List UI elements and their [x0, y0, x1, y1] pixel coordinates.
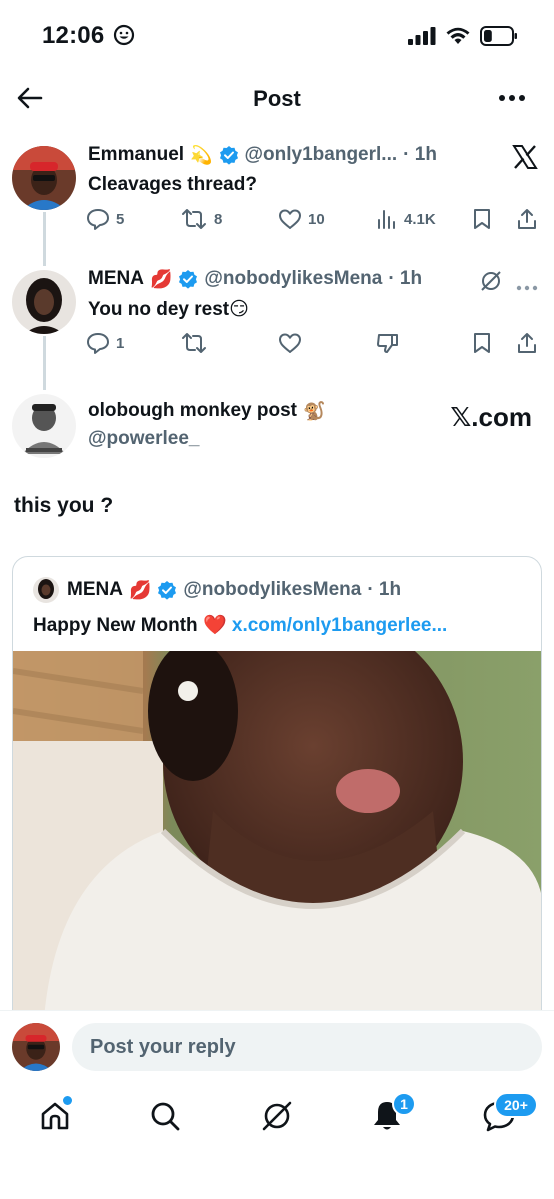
grok-x-icon[interactable]	[512, 144, 538, 175]
messages-badge: 20+	[494, 1092, 538, 1118]
quoted-link[interactable]: x.com/only1bangerlee...	[232, 615, 447, 636]
quoted-post-time: · 1h	[367, 579, 402, 600]
reply-count: 1	[116, 334, 125, 352]
notifications-badge: 1	[392, 1092, 416, 1116]
name-emoji: 💫	[190, 144, 213, 165]
current-user-avatar[interactable]	[12, 1023, 60, 1071]
smiley-face-icon	[114, 24, 135, 46]
avatar-mena[interactable]	[12, 270, 76, 334]
name-emoji: 🐒	[303, 400, 326, 421]
bookmark-icon	[474, 333, 490, 353]
repost-button[interactable]	[180, 332, 208, 354]
nav-grok[interactable]	[252, 1094, 302, 1138]
post-header: Post	[0, 72, 554, 126]
verified-badge-icon	[179, 270, 198, 289]
share-button[interactable]	[516, 208, 538, 230]
quoted-media-image[interactable]	[13, 651, 541, 1025]
post-body-text: this you ?	[14, 494, 114, 517]
share-icon	[518, 333, 536, 353]
nav-messages[interactable]: 20+	[474, 1092, 538, 1138]
repost-button[interactable]: 8	[180, 208, 222, 230]
avatar-powerlee[interactable]	[12, 394, 76, 458]
grok-icon	[262, 1101, 292, 1131]
battery-icon	[480, 26, 517, 46]
x-com-watermark: 𝕏.com	[450, 402, 532, 432]
tweet-header: Emmanuel 💫 @only1bangerl... · 1h	[88, 144, 437, 166]
wifi-icon	[446, 27, 470, 44]
page-title: Post	[253, 86, 301, 111]
thread-connector	[43, 336, 46, 390]
share-icon	[518, 209, 536, 229]
author-name[interactable]: Emmanuel	[88, 144, 184, 166]
more-options-icon[interactable]	[516, 278, 538, 296]
thread-connector	[43, 212, 46, 266]
quoted-tweet-text: Happy New Month ❤️ x.com/only1bangerlee.…	[33, 613, 447, 637]
verified-badge-icon	[219, 146, 238, 165]
quoted-text-body: Happy New Month ❤️	[33, 615, 232, 636]
author-handle[interactable]: @powerlee_	[88, 428, 199, 450]
reply-icon	[87, 209, 109, 230]
reply-button[interactable]: 5	[86, 208, 124, 230]
tweet-actions: 1	[86, 332, 542, 362]
author-name[interactable]: olobough monkey post	[88, 400, 297, 422]
tweet-header: MENA 💋 @nobodylikesMena · 1h	[88, 268, 422, 290]
share-button[interactable]	[516, 332, 538, 354]
reply-button[interactable]: 1	[86, 332, 124, 354]
grok-icon[interactable]	[480, 270, 502, 297]
verified-badge-icon	[158, 581, 177, 600]
tweet-actions: 5 8 10 4.1K	[86, 208, 542, 238]
bookmark-icon	[474, 209, 490, 229]
downvote-button[interactable]	[376, 332, 400, 354]
status-bar: 12:06	[0, 0, 554, 72]
views-chart-icon	[378, 210, 395, 229]
thumbs-down-icon	[377, 334, 398, 353]
quoted-author-handle[interactable]: @nobodylikesMena	[183, 579, 361, 601]
quoted-author-name[interactable]: MENA	[67, 579, 123, 601]
avatar-emmanuel[interactable]	[12, 146, 76, 210]
home-notification-dot	[63, 1096, 72, 1105]
heart-icon	[279, 333, 301, 353]
quoted-tweet-card[interactable]: MENA 💋 @nobodylikesMena · 1h Happy New M…	[12, 556, 542, 1026]
repost-icon	[182, 209, 206, 229]
bottom-nav: 1 20+	[0, 1080, 554, 1199]
bookmark-button[interactable]	[472, 332, 492, 354]
tweet-header: olobough monkey post 🐒	[88, 400, 325, 422]
more-horizontal-icon	[499, 95, 525, 101]
more-options-button[interactable]	[496, 84, 528, 112]
name-emoji: 💋	[149, 268, 173, 289]
quoted-avatar[interactable]	[33, 577, 59, 603]
tweet-text: You no dey rest😏	[88, 299, 249, 320]
tweet-handle-line: @powerlee_	[88, 428, 199, 450]
repost-icon	[182, 333, 206, 353]
heart-icon	[279, 209, 301, 229]
tweet-text: Cleavages thread?	[88, 174, 257, 195]
clock-text: 12:06	[42, 22, 105, 49]
status-time: 12:06	[42, 22, 135, 50]
like-button[interactable]: 10	[278, 208, 325, 230]
author-handle[interactable]: @nobodylikesMena	[204, 268, 382, 290]
nav-explore[interactable]	[140, 1094, 190, 1138]
views-count: 4.1K	[404, 210, 436, 228]
quoted-tweet-header: MENA 💋 @nobodylikesMena · 1h	[33, 577, 401, 603]
reply-count: 5	[116, 210, 125, 228]
status-icons	[408, 26, 518, 46]
post-time: · 1h	[388, 268, 423, 289]
repost-count: 8	[214, 210, 223, 228]
like-count: 10	[308, 210, 325, 228]
search-icon	[151, 1102, 180, 1131]
post-time: · 1h	[403, 144, 437, 165]
nav-notifications[interactable]: 1	[362, 1092, 416, 1138]
bookmark-button[interactable]	[472, 208, 492, 230]
name-emoji: 💋	[128, 579, 152, 600]
like-button[interactable]	[278, 332, 302, 354]
nav-home[interactable]	[30, 1094, 80, 1138]
views-button[interactable]: 4.1K	[376, 208, 436, 230]
cellular-signal-icon	[408, 27, 436, 45]
reply-icon	[87, 333, 109, 354]
reply-bar: Post your reply	[0, 1010, 554, 1080]
reply-input[interactable]: Post your reply	[72, 1023, 542, 1071]
author-name[interactable]: MENA	[88, 268, 144, 290]
author-handle[interactable]: @only1bangerl...	[245, 144, 398, 166]
